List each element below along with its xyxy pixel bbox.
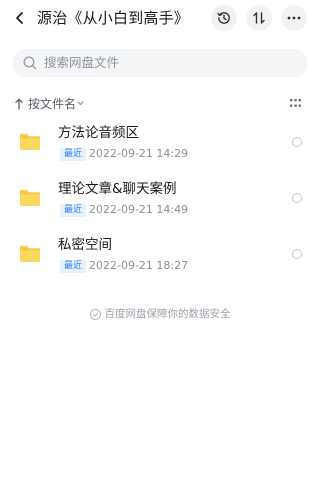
recent-badge: 最近 — [60, 148, 87, 161]
history-icon — [217, 12, 230, 24]
search-icon — [23, 56, 37, 70]
grid-view-icon[interactable] — [290, 99, 301, 108]
chevron-left-icon — [16, 12, 23, 24]
header-bar: 源治《从小白到高手》 — [0, 0, 320, 38]
back-button[interactable] — [10, 8, 30, 28]
select-radio[interactable] — [292, 137, 302, 147]
search-input[interactable]: 搜索网盘文件 — [12, 49, 308, 77]
page-title: 源治《从小白到高手》 — [37, 9, 190, 27]
transfer-sort-button[interactable] — [246, 5, 272, 31]
list-item[interactable]: 私密空间 最近 2022-09-21 18:27 — [0, 236, 320, 280]
history-button[interactable] — [211, 5, 237, 31]
modified-date: 2022-09-21 18:27 — [89, 259, 189, 272]
list-item[interactable]: 方法论音频区 最近 2022-09-21 14:29 — [0, 124, 320, 168]
security-notice: 百度网盘保障你的数据安全 — [0, 306, 320, 322]
select-radio[interactable] — [292, 193, 302, 203]
select-radio[interactable] — [292, 249, 302, 259]
file-name: 方法论音频区 — [58, 125, 139, 141]
sort-bar: 按文件名 — [0, 94, 320, 114]
more-dots-icon — [287, 16, 301, 20]
folder-icon — [20, 246, 40, 262]
folder-icon — [20, 134, 40, 150]
sort-by-name-toggle[interactable]: 按文件名 — [28, 96, 76, 112]
sort-up-arrow-icon — [15, 98, 23, 110]
file-name: 私密空间 — [58, 237, 112, 253]
list-item[interactable]: 理论文章&聊天案例 最近 2022-09-21 14:49 — [0, 180, 320, 224]
search-placeholder: 搜索网盘文件 — [44, 55, 120, 70]
chevron-down-icon[interactable] — [76, 99, 85, 108]
recent-badge: 最近 — [60, 204, 87, 217]
modified-date: 2022-09-21 14:29 — [89, 147, 189, 160]
file-name: 理论文章&聊天案例 — [58, 181, 177, 197]
modified-date: 2022-09-21 14:49 — [89, 203, 189, 216]
recent-badge: 最近 — [60, 260, 87, 273]
more-button[interactable] — [281, 5, 307, 31]
folder-icon — [20, 190, 40, 206]
security-notice-text: 百度网盘保障你的数据安全 — [104, 308, 231, 320]
shield-icon — [89, 308, 101, 320]
sort-arrows-icon — [253, 12, 265, 24]
